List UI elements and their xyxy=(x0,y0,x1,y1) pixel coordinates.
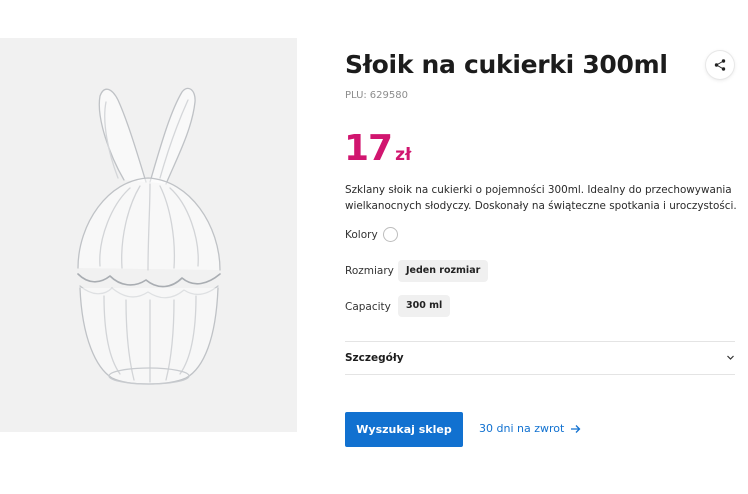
plu-code: PLU: 629580 xyxy=(345,90,408,101)
size-option[interactable]: Jeden rozmiar xyxy=(398,260,489,282)
price-currency: zł xyxy=(395,145,412,165)
color-swatch[interactable] xyxy=(383,227,398,242)
plu-value: 629580 xyxy=(369,90,408,101)
details-label: Szczegóły xyxy=(345,352,404,364)
colors-label: Kolory xyxy=(345,229,378,241)
product-image[interactable] xyxy=(0,38,297,432)
glass-bunny-jar-illustration xyxy=(77,87,221,385)
find-store-button[interactable]: Wyszukaj sklep xyxy=(345,412,463,447)
price: 17 zł xyxy=(344,128,411,169)
arrow-right-icon xyxy=(571,424,581,433)
return-policy-link[interactable]: 30 dni na zwrot xyxy=(479,422,581,435)
share-button[interactable] xyxy=(706,51,734,79)
product-title: Słoik na cukierki 300ml xyxy=(345,50,668,79)
chevron-down-icon xyxy=(727,355,734,360)
return-policy-label: 30 dni na zwrot xyxy=(479,422,565,435)
sizes-label: Rozmiary xyxy=(345,265,394,277)
details-accordion[interactable]: Szczegóły xyxy=(345,342,735,374)
product-description: Szklany słoik na cukierki o pojemności 3… xyxy=(345,184,737,212)
price-value: 17 xyxy=(344,128,393,169)
plu-label: PLU: xyxy=(345,90,367,101)
divider-bottom xyxy=(345,374,735,375)
share-icon xyxy=(714,59,726,71)
capacity-option[interactable]: 300 ml xyxy=(398,295,451,317)
capacity-label: Capacity xyxy=(345,301,391,313)
